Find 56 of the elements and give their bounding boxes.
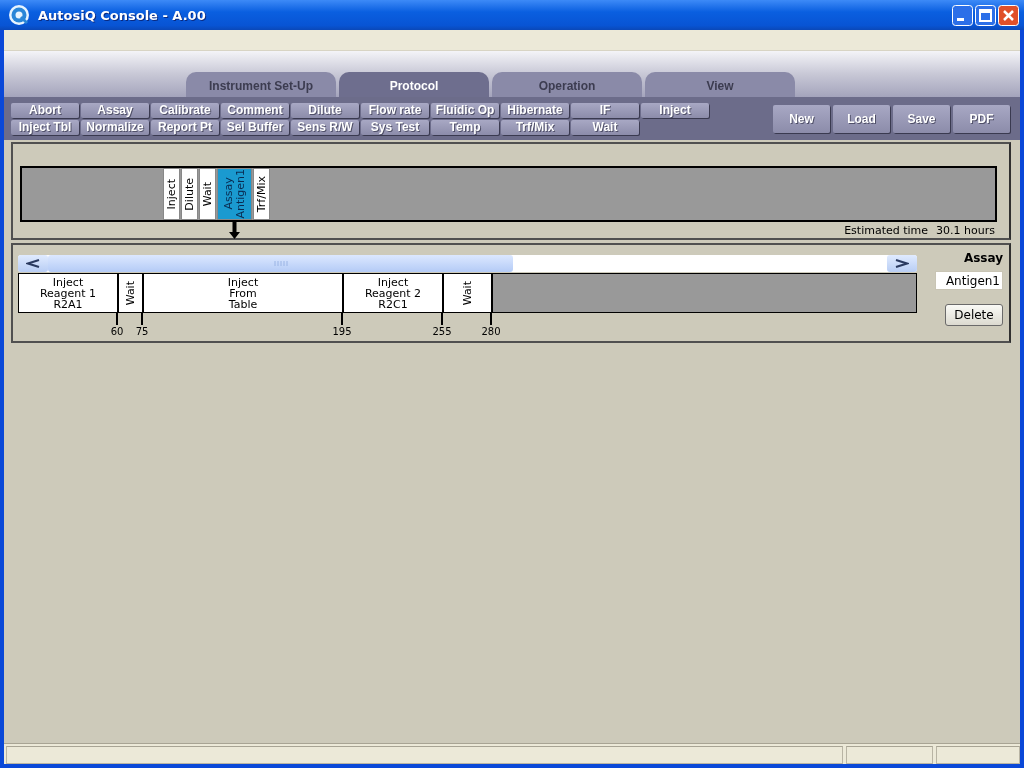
arrow-left-icon[interactable] <box>26 259 40 268</box>
protocol-step[interactable]: Wait <box>444 274 493 312</box>
file-button[interactable]: Load <box>833 105 890 133</box>
minimize-icon[interactable] <box>952 4 973 26</box>
time-tick-label: 60 <box>109 326 125 337</box>
protocol-step[interactable]: Inject From Table <box>144 274 344 312</box>
grip-icon <box>273 261 288 266</box>
command-button[interactable]: Abort <box>11 103 79 118</box>
close-icon[interactable] <box>998 4 1019 26</box>
command-button[interactable]: Hibernate <box>501 103 569 118</box>
command-button[interactable]: Assay <box>81 103 149 118</box>
scroll-bar[interactable] <box>18 255 917 272</box>
app-logo-icon <box>8 4 30 26</box>
delete-button[interactable]: Delete <box>945 304 1003 326</box>
command-button[interactable]: Wait <box>571 120 639 135</box>
command-button[interactable]: Comment <box>221 103 289 118</box>
command-button[interactable]: Sys Test <box>361 120 429 135</box>
sequence-block[interactable]: Dilute <box>181 168 198 220</box>
sequence-block[interactable]: Wait <box>199 168 216 220</box>
command-button[interactable]: Normalize <box>81 120 149 135</box>
command-button[interactable]: Inject <box>641 103 709 118</box>
protocol-step[interactable]: Wait <box>119 274 144 312</box>
estimated-time-label: Estimated time <box>844 224 929 237</box>
maximize-icon[interactable] <box>975 4 996 26</box>
command-button[interactable]: Trf/Mix <box>501 120 569 135</box>
tab[interactable]: View <box>645 72 795 97</box>
command-button[interactable]: Flow rate <box>361 103 429 118</box>
tab[interactable]: Operation <box>492 72 642 97</box>
protocol-step[interactable]: Inject Reagent 2 R2C1 <box>344 274 444 312</box>
sequence-block[interactable]: Inject <box>163 168 180 220</box>
command-button[interactable]: Fluidic Op <box>431 103 499 118</box>
time-tick-label: 195 <box>331 326 353 337</box>
command-button[interactable]: Temp <box>431 120 499 135</box>
assay-label: Assay <box>963 251 1003 265</box>
assay-name-field[interactable]: Antigen1 <box>935 271 1003 290</box>
protocol-step[interactable]: Inject Reagent 1 R2A1 <box>19 274 119 312</box>
sequence-block[interactable]: Assay Antigen1 <box>217 168 252 220</box>
file-button[interactable]: PDF <box>953 105 1010 133</box>
command-button[interactable]: Calibrate <box>151 103 219 118</box>
arrow-right-icon[interactable] <box>895 259 909 268</box>
window-title: AutosiQ Console - A.00 <box>38 7 207 23</box>
command-button[interactable]: Sel Buffer <box>221 120 289 135</box>
command-button[interactable]: Dilute <box>291 103 359 118</box>
time-tick-label: 280 <box>480 326 502 337</box>
sequence-block[interactable]: Trf/Mix <box>253 168 270 220</box>
time-tick-label: 255 <box>431 326 453 337</box>
command-button[interactable]: Inject Tbl <box>11 120 79 135</box>
tab[interactable]: Instrument Set-Up <box>186 72 336 97</box>
command-button[interactable]: IF <box>571 103 639 118</box>
command-button[interactable]: Report Pt <box>151 120 219 135</box>
file-button[interactable]: Save <box>893 105 950 133</box>
time-tick-label: 75 <box>134 326 150 337</box>
estimated-time-value: 30.1 hours <box>936 224 995 237</box>
command-button[interactable]: Sens R/W <box>291 120 359 135</box>
file-button[interactable]: New <box>773 105 830 133</box>
tab[interactable]: Protocol <box>339 72 489 97</box>
